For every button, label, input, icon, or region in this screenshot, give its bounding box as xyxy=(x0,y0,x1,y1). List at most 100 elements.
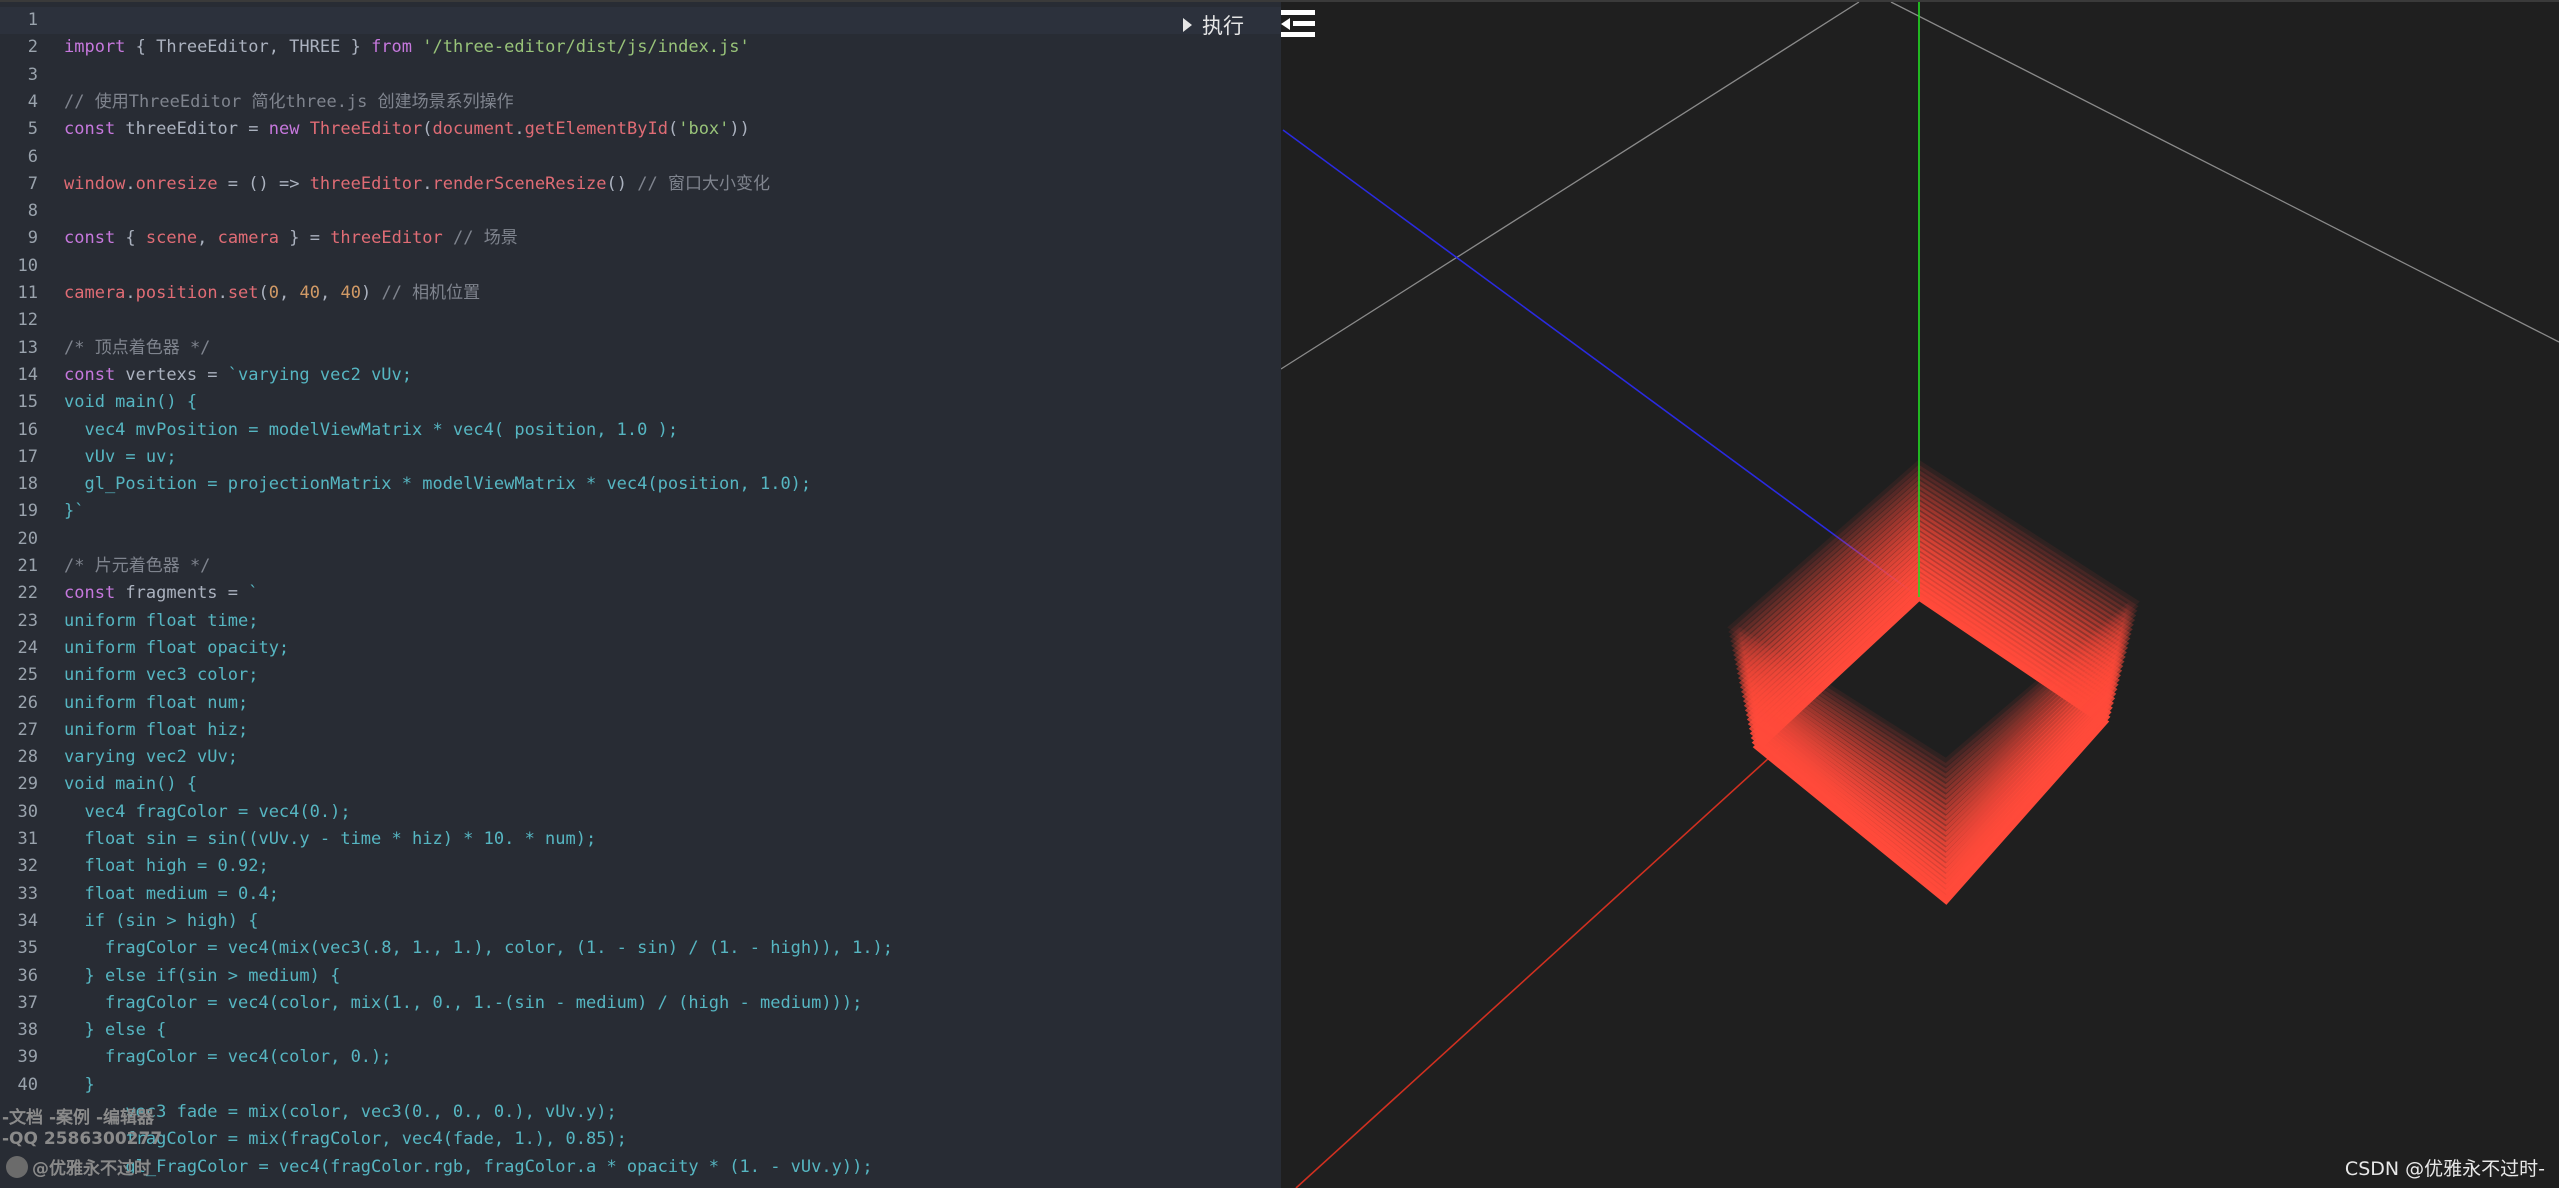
code-token: new xyxy=(268,119,300,140)
code-line[interactable]: 23 uniform float time; xyxy=(0,608,1281,635)
code-token: 40 xyxy=(340,283,361,303)
code-line[interactable]: 33 float medium = 0.4; xyxy=(0,881,1281,908)
code-line[interactable]: 39 fragColor = vec4(color, 0.); xyxy=(0,1044,1281,1071)
code-token: uniform float num; xyxy=(64,692,249,713)
code-line[interactable]: 4 // 使用ThreeEditor 简化three.js 创建场景系列操作 xyxy=(0,89,1281,116)
code-token: vec4 fragColor = vec4(0.); xyxy=(64,801,351,822)
code-line[interactable]: 10 xyxy=(0,253,1281,280)
code-line[interactable]: 18 gl_Position = projectionMatrix * mode… xyxy=(0,471,1281,498)
code-token: camera xyxy=(64,283,126,303)
3d-viewport[interactable] xyxy=(1281,2,2559,1188)
code-line[interactable]: 15 void main() { xyxy=(0,389,1281,416)
code-line[interactable]: 6 xyxy=(0,144,1281,171)
code-token: const xyxy=(64,364,116,385)
code-line[interactable]: 31 float sin = sin((vUv.y - time * hiz) … xyxy=(0,826,1281,853)
code-line[interactable]: 16 vec4 mvPosition = modelViewMatrix * v… xyxy=(0,417,1281,444)
code-text: float sin = sin((vUv.y - time * hiz) * 1… xyxy=(64,826,596,853)
line-number: 21 xyxy=(17,556,38,576)
code-token: // 相机位置 xyxy=(381,283,481,303)
code-token: fragments = xyxy=(115,583,249,604)
code-line[interactable]: 25 uniform vec3 color; xyxy=(0,662,1281,689)
code-token: ( xyxy=(422,119,433,140)
code-text: window.onresize = () => threeEditor.rend… xyxy=(64,171,770,198)
line-number: 11 xyxy=(17,283,38,303)
code-line[interactable]: 30 vec4 fragColor = vec4(0.); xyxy=(0,799,1281,826)
code-line[interactable]: fragColor = mix(fragColor, vec4(fade, 1.… xyxy=(0,1126,1281,1153)
code-line[interactable]: 36 } else if(sin > medium) { xyxy=(0,963,1281,990)
code-line[interactable]: 3 xyxy=(0,62,1281,89)
code-line[interactable]: 40 } xyxy=(0,1072,1281,1099)
run-button[interactable]: 执行 xyxy=(1183,8,1244,42)
code-line[interactable]: gl_FragColor = vec4(fragColor.rgb, fragC… xyxy=(0,1154,1281,1181)
code-token: vec4 mvPosition = modelViewMatrix * vec4… xyxy=(64,419,679,440)
code-line[interactable]: 8 xyxy=(0,198,1281,225)
code-line[interactable]: 5 const threeEditor = new ThreeEditor(doc… xyxy=(0,116,1281,143)
code-token: position xyxy=(135,283,218,303)
code-token: camera xyxy=(217,228,279,249)
code-line[interactable]: 38 } else { xyxy=(0,1017,1281,1044)
code-token: fragColor = vec4(color, 0.); xyxy=(64,1047,392,1068)
code-token: const xyxy=(64,119,116,140)
code-token: if (sin > high) { xyxy=(64,910,259,931)
line-number: 12 xyxy=(17,310,38,331)
code-token: /* 片元着色器 */ xyxy=(64,556,211,576)
line-number: 31 xyxy=(17,829,38,849)
code-token: } = xyxy=(279,228,331,249)
code-line[interactable]: 34 if (sin > high) { xyxy=(0,908,1281,935)
code-line[interactable]: 24 uniform float opacity; xyxy=(0,635,1281,662)
code-line[interactable]: 13 /* 顶点着色器 */ xyxy=(0,335,1281,362)
line-number: 37 xyxy=(17,992,38,1013)
code-line[interactable]: 14 const vertexs = `varying vec2 vUv; xyxy=(0,362,1281,389)
code-line[interactable]: 11 camera.position.set(0, 40, 40) // 相机位置 xyxy=(0,280,1281,307)
line-number: 39 xyxy=(17,1047,38,1068)
line-number: 27 xyxy=(17,719,38,740)
code-line[interactable]: 9 const { scene, camera } = threeEditor /… xyxy=(0,225,1281,252)
code-line[interactable]: 26 uniform float num; xyxy=(0,690,1281,717)
code-token: fragColor = vec4(color, mix(1., 0., 1.-(… xyxy=(64,992,863,1013)
code-token: fragColor = vec4(mix(vec3(.8, 1., 1.), c… xyxy=(64,938,894,959)
line-number: 24 xyxy=(17,637,38,658)
code-line[interactable]: 29 void main() { xyxy=(0,771,1281,798)
code-line[interactable]: 20 xyxy=(0,526,1281,553)
code-text: uniform vec3 color; xyxy=(64,662,258,689)
code-line[interactable]: vec3 fade = mix(color, vec3(0., 0., 0.),… xyxy=(0,1099,1281,1126)
code-line[interactable]: 27 uniform float hiz; xyxy=(0,717,1281,744)
line-number: 4 xyxy=(27,91,38,112)
line-number: 15 xyxy=(17,392,38,413)
code-line[interactable]: 28 varying vec2 vUv; xyxy=(0,744,1281,771)
code-token: { xyxy=(115,228,146,249)
axis-z-line xyxy=(1282,129,1920,598)
code-line[interactable]: 1 xyxy=(0,7,1281,34)
code-token: void main() { xyxy=(64,392,198,413)
line-number: 26 xyxy=(17,692,38,713)
code-line[interactable]: 22 const fragments = ` xyxy=(0,580,1281,607)
code-token: ( xyxy=(667,119,679,140)
code-text: // 使用ThreeEditor 简化three.js 创建场景系列操作 xyxy=(64,89,514,116)
code-line[interactable]: 32 float high = 0.92; xyxy=(0,853,1281,880)
code-text: uniform float num; xyxy=(64,690,248,717)
code-text: fragColor = vec4(mix(vec3(.8, 1., 1.), c… xyxy=(64,935,893,962)
scene-canvas[interactable] xyxy=(1281,2,2559,1188)
line-number: 29 xyxy=(17,774,38,795)
code-line[interactable]: 12 xyxy=(0,307,1281,334)
code-text: vec4 mvPosition = modelViewMatrix * vec4… xyxy=(64,417,678,444)
code-line[interactable]: 7 window.onresize = () => threeEditor.ren… xyxy=(0,171,1281,198)
code-text: import { ThreeEditor, THREE } from '/thr… xyxy=(64,34,750,61)
code-token: vertexs = xyxy=(115,364,228,385)
code-editor[interactable]: 1 2 import { ThreeEditor, THREE } from '/t… xyxy=(0,2,1281,1188)
code-line[interactable]: 19}` xyxy=(0,498,1281,525)
code-text: float medium = 0.4; xyxy=(64,881,278,908)
code-line[interactable]: 2 import { ThreeEditor, THREE } from '/th… xyxy=(0,34,1281,61)
code-text: if (sin > high) { xyxy=(64,908,258,935)
code-token: // 场景 xyxy=(453,228,518,249)
code-token: const xyxy=(64,228,116,249)
code-token: , xyxy=(197,228,218,249)
code-line[interactable]: 17 vUv = uv; xyxy=(0,444,1281,471)
code-line[interactable]: 37 fragColor = vec4(color, mix(1., 0., 1… xyxy=(0,990,1281,1017)
collapse-menu-button[interactable] xyxy=(1281,10,1315,38)
code-token: onresize xyxy=(135,173,218,194)
code-text: vec4 fragColor = vec4(0.); xyxy=(64,799,351,826)
code-line[interactable]: 35 fragColor = vec4(mix(vec3(.8, 1., 1.)… xyxy=(0,935,1281,962)
line-number: 5 xyxy=(27,119,38,140)
code-line[interactable]: 21 /* 片元着色器 */ xyxy=(0,553,1281,580)
